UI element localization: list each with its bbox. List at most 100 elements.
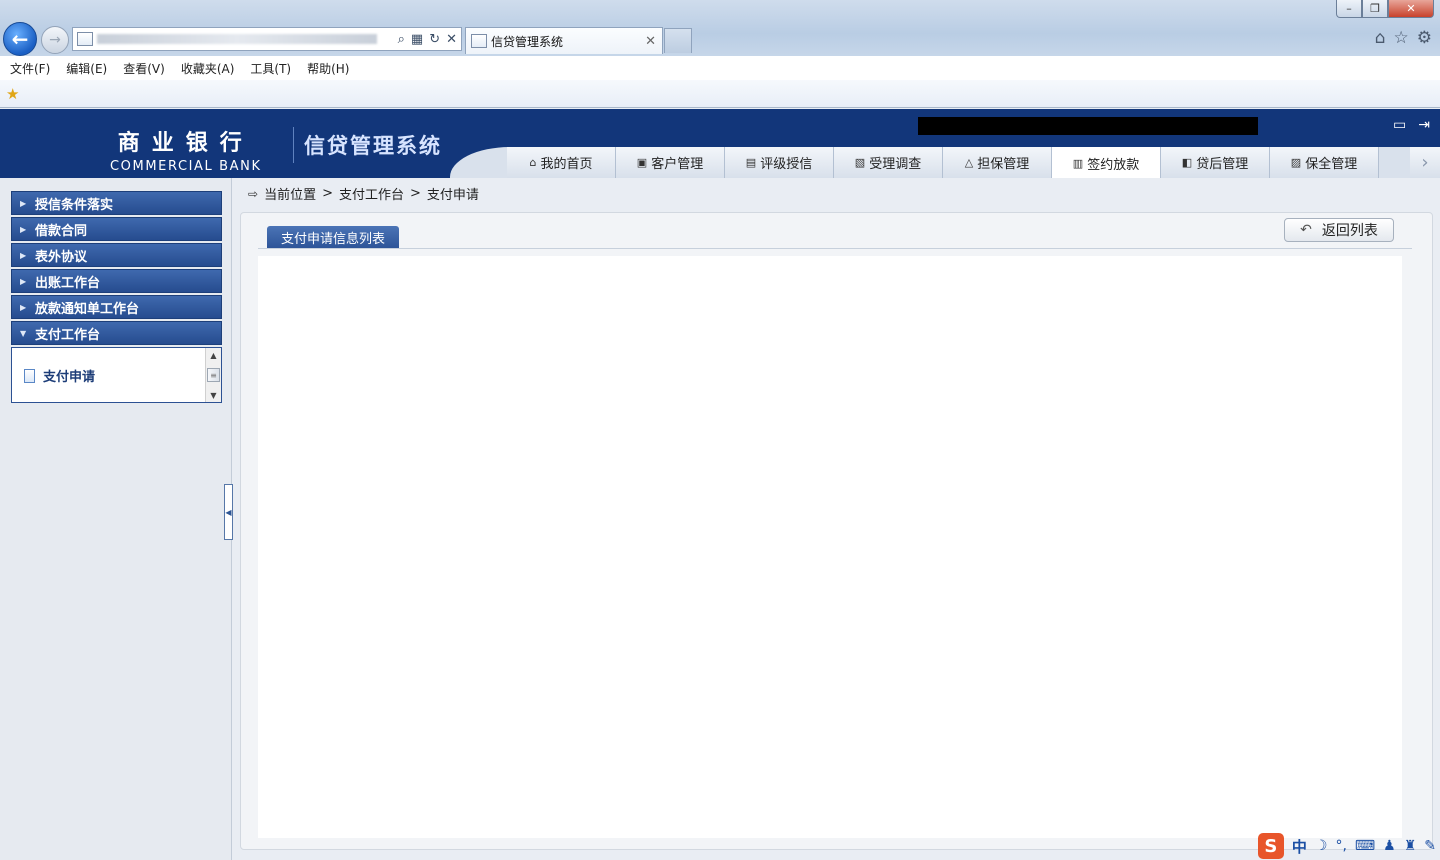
breadcrumb-separator: > — [322, 186, 333, 201]
back-to-list-button[interactable]: ↶ 返回列表 — [1284, 218, 1394, 242]
window-controls: – ❐ ✕ — [1336, 0, 1434, 18]
forward-arrow-icon[interactable]: → — [41, 26, 69, 54]
home-icon[interactable]: ⌂ — [1375, 28, 1386, 48]
address-bar[interactable]: ⌕ ▦ ↻ ✕ — [72, 27, 462, 51]
sidebar-item-label: 授信条件落实 — [35, 197, 114, 213]
compat-view-icon[interactable]: ▦ — [411, 32, 423, 47]
tab-contract[interactable]: ▥ 签约放款 — [1052, 147, 1161, 178]
sidebar-item-loan-contract[interactable]: ▶ 借款合同 — [11, 217, 222, 241]
address-actions: ⌕ ▦ ↻ ✕ — [398, 32, 461, 47]
search-icon[interactable]: ⌕ — [398, 32, 405, 47]
tab-label: 评级授信 — [760, 157, 813, 172]
collapsed-triangle-icon: ▶ — [20, 302, 27, 312]
logo-en: COMMERCIAL BANK — [110, 159, 262, 174]
tab-rating[interactable]: ▤ 评级授信 — [725, 147, 834, 178]
menu-edit[interactable]: 编辑(E) — [66, 60, 107, 77]
scroll-thumb[interactable]: ≡ — [207, 368, 220, 382]
wrench-icon[interactable]: ✎ — [1424, 838, 1436, 854]
tab-favicon-icon — [471, 34, 487, 48]
sidebar-item-off-balance[interactable]: ▶ 表外协议 — [11, 243, 222, 267]
maximize-button[interactable]: ❐ — [1362, 0, 1388, 18]
settings-gear-icon[interactable]: ⚙ — [1417, 28, 1432, 48]
scroll-up-icon[interactable]: ▲ — [206, 348, 221, 362]
tab-preservation[interactable]: ▨ 保全管理 — [1270, 147, 1379, 178]
browser-toolbar-right: ⌂ ☆ ⚙ — [1375, 28, 1432, 48]
payment-desk-submenu: 支付申请 ▲ ≡ ▼ — [11, 347, 222, 403]
stop-icon[interactable]: ✕ — [446, 32, 457, 47]
scroll-down-icon[interactable]: ▼ — [206, 388, 221, 402]
menu-favorites[interactable]: 收藏夹(A) — [181, 60, 235, 77]
survey-icon: ▧ — [854, 156, 866, 169]
refresh-icon[interactable]: ↻ — [429, 32, 440, 47]
favorites-star-icon[interactable]: ☆ — [1394, 28, 1409, 48]
collapsed-triangle-icon: ▶ — [20, 224, 27, 234]
bank-logo: 商业银行 COMMERCIAL BANK — [110, 125, 262, 174]
customer-icon: ▣ — [636, 156, 648, 169]
sidebar-item-disbursement-desk[interactable]: ▶ 出账工作台 — [11, 269, 222, 293]
guarantee-icon: △ — [964, 156, 974, 169]
rating-icon: ▤ — [745, 156, 757, 169]
tab-close-icon[interactable]: ✕ — [645, 34, 656, 49]
sidebar-item-label: 借款合同 — [35, 223, 88, 239]
sidebar-item-label: 放款通知单工作台 — [35, 301, 140, 317]
ime-mode[interactable]: 中 — [1292, 836, 1307, 857]
browser-tab[interactable]: 信贷管理系统 ✕ — [465, 27, 663, 54]
menu-file[interactable]: 文件(F) — [10, 60, 50, 77]
sidebar-item-label: 支付工作台 — [35, 327, 101, 343]
tab-label: 我的首页 — [540, 157, 593, 172]
page-favicon-icon — [77, 32, 93, 46]
url-text-blurred — [97, 34, 377, 44]
tab-guarantee[interactable]: △ 担保管理 — [943, 147, 1052, 178]
keyboard-icon[interactable]: ⌨ — [1355, 838, 1375, 854]
minimize-button[interactable]: – — [1336, 0, 1362, 18]
expanded-triangle-icon: ▼ — [20, 328, 27, 338]
menu-tools[interactable]: 工具(T) — [250, 60, 291, 77]
punctuation-icon[interactable]: °, — [1335, 838, 1346, 854]
nav-scroll-right-icon[interactable]: › — [1410, 147, 1440, 178]
skin-shirt-icon[interactable]: ♜ — [1404, 838, 1417, 854]
collapsed-triangle-icon: ▶ — [20, 250, 27, 260]
return-arrow-icon: ↶ — [1300, 222, 1312, 238]
submenu-item-payment-application[interactable]: 支付申请 — [24, 366, 95, 385]
tab-post-loan[interactable]: ◧ 贷后管理 — [1161, 147, 1270, 178]
menu-view[interactable]: 查看(V) — [123, 60, 165, 77]
logo-cn: 商业银行 — [117, 131, 254, 156]
logout-icon[interactable]: ⇥ — [1418, 117, 1430, 133]
system-title: 信贷管理系统 — [293, 127, 442, 163]
desktop-icon[interactable]: ▭ — [1393, 117, 1406, 133]
favorites-bar: ★ — [0, 80, 1440, 108]
contract-icon: ▥ — [1072, 156, 1084, 170]
back-arrow-icon[interactable]: ← — [3, 22, 37, 56]
breadcrumb-prefix: 当前位置 — [264, 188, 317, 203]
tab-label: 保全管理 — [1305, 157, 1358, 172]
close-window-button[interactable]: ✕ — [1388, 0, 1434, 18]
add-favorite-star-icon[interactable]: ★ — [6, 85, 19, 103]
tab-payment-application-list[interactable]: 支付申请信息列表 — [267, 226, 399, 249]
breadcrumb-separator: > — [410, 186, 421, 201]
tab-label: 贷后管理 — [1196, 157, 1249, 172]
tab-home[interactable]: ⌂ 我的首页 — [507, 147, 616, 178]
collapsed-triangle-icon: ▶ — [20, 198, 27, 208]
tab-customer[interactable]: ▣ 客户管理 — [616, 147, 725, 178]
submenu-item-label: 支付申请 — [43, 370, 96, 385]
submenu-scrollbar[interactable]: ▲ ≡ ▼ — [205, 348, 221, 402]
post-loan-icon: ◧ — [1181, 156, 1193, 169]
sidebar-item-payment-desk[interactable]: ▼ 支付工作台 — [11, 321, 222, 345]
back-to-list-label: 返回列表 — [1321, 223, 1378, 239]
tab-label: 签约放款 — [1087, 157, 1140, 173]
user-icon[interactable]: ♟ — [1383, 838, 1396, 854]
tab-label: 客户管理 — [651, 157, 704, 172]
preservation-icon: ▨ — [1290, 156, 1302, 169]
moon-icon[interactable]: ☽ — [1315, 838, 1328, 854]
sidebar-item-notice-desk[interactable]: ▶ 放款通知单工作台 — [11, 295, 222, 319]
menu-help[interactable]: 帮助(H) — [307, 60, 349, 77]
sidebar-collapse-handle[interactable]: ◀ — [224, 484, 233, 540]
breadcrumb-level1[interactable]: 支付工作台 — [339, 184, 404, 203]
sogou-ime-logo[interactable]: S — [1257, 833, 1284, 859]
sidebar-item-credit-conditions[interactable]: ▶ 授信条件落实 — [11, 191, 222, 215]
header-actions: ▭ ⇥ — [1393, 117, 1430, 133]
panel-divider — [258, 248, 1412, 249]
new-tab-button[interactable] — [664, 28, 692, 53]
tab-survey[interactable]: ▧ 受理调查 — [834, 147, 943, 178]
breadcrumb: ⇨ 当前位置 > 支付工作台 > 支付申请 — [248, 184, 479, 203]
